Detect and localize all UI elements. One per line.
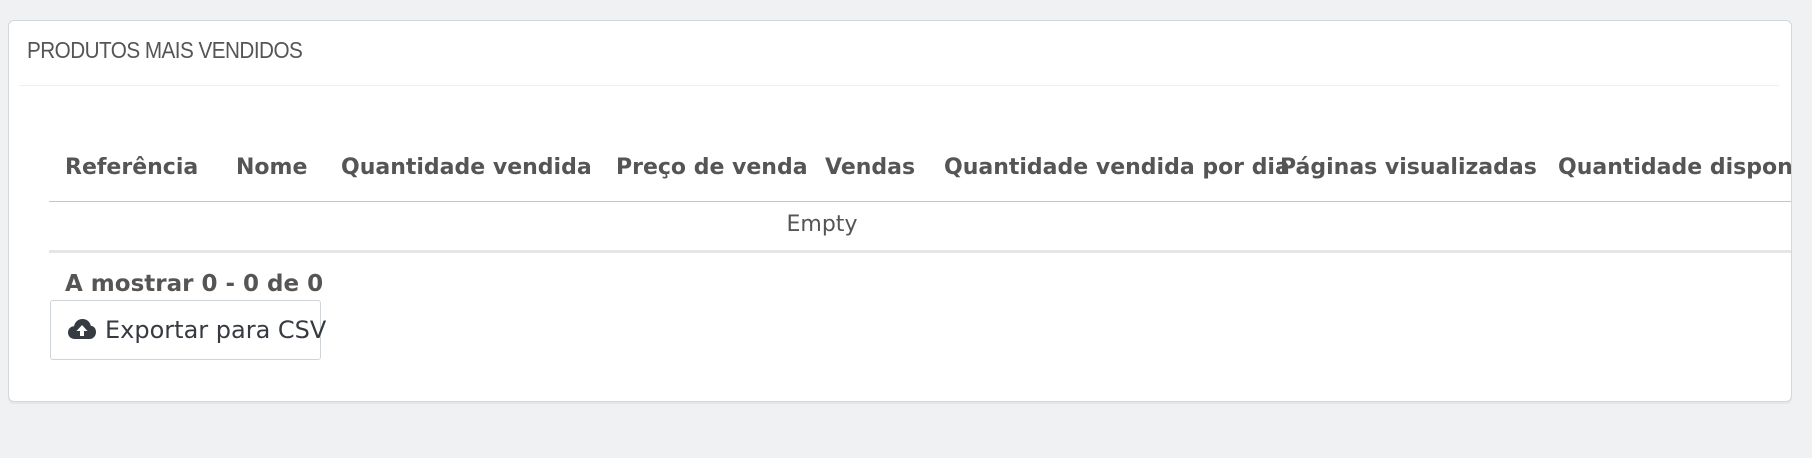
table-empty-row: Empty (49, 202, 1791, 253)
column-header-pages-viewed[interactable]: Páginas visualizadas (1280, 155, 1537, 180)
table-header: Referência Nome Quantidade vendida Preço… (49, 119, 1791, 202)
best-sellers-table: Referência Nome Quantidade vendida Preço… (49, 119, 1791, 255)
column-header-quantity-sold-per-day[interactable]: Quantidade vendida por dia (944, 155, 1290, 180)
column-header-name[interactable]: Nome (236, 155, 307, 180)
export-csv-button[interactable]: Exportar para CSV (50, 300, 326, 360)
panel-title: PRODUTOS MAIS VENDIDOS (27, 37, 303, 63)
column-header-reference[interactable]: Referência (65, 155, 198, 180)
column-header-sale-price[interactable]: Preço de venda (616, 155, 808, 180)
best-sellers-panel: PRODUTOS MAIS VENDIDOS Referência Nome Q… (8, 20, 1792, 402)
cloud-upload-icon (67, 317, 97, 343)
column-header-quantity-sold[interactable]: Quantidade vendida (341, 155, 592, 180)
column-header-quantity-available[interactable]: Quantidade dispon (1558, 155, 1791, 180)
column-header-sales[interactable]: Vendas (825, 155, 915, 180)
pagination-info: A mostrar 0 - 0 de 0 (65, 271, 324, 297)
empty-message: Empty (786, 212, 858, 237)
panel-heading: PRODUTOS MAIS VENDIDOS (19, 21, 1779, 86)
export-csv-label: Exportar para CSV (105, 316, 327, 344)
